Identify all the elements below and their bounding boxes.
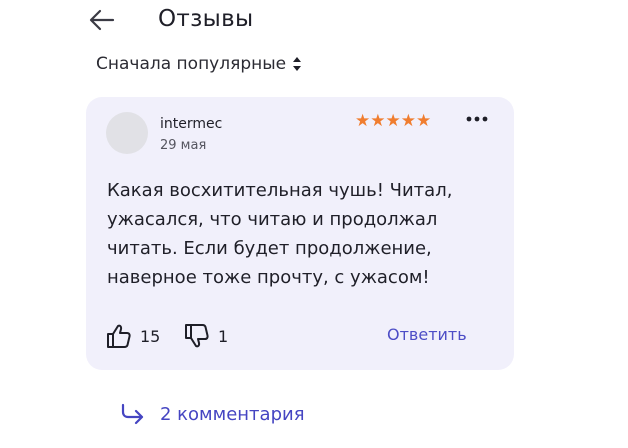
- thumbs-down-icon: [185, 324, 209, 348]
- dislike-button[interactable]: 1: [184, 321, 228, 351]
- header: Отзывы: [0, 0, 628, 44]
- reviews-screen: Отзывы Сначала популярные intermec 29 ма…: [0, 0, 628, 448]
- like-count: 15: [140, 326, 161, 346]
- like-button[interactable]: 15: [106, 321, 160, 351]
- sort-dropdown[interactable]: Сначала популярные: [96, 51, 302, 77]
- reply-button[interactable]: Ответить: [387, 325, 467, 344]
- comments-count-label: 2 комментария: [160, 403, 305, 425]
- back-button[interactable]: [84, 4, 120, 36]
- thumbs-up-icon: [107, 324, 131, 348]
- review-author: intermec: [160, 116, 223, 132]
- arrow-left-icon: [89, 9, 115, 31]
- review-date: 29 мая: [160, 138, 207, 153]
- dislike-count: 1: [218, 326, 229, 346]
- star-rating: ★★★★★: [355, 111, 432, 131]
- page-title: Отзывы: [158, 6, 254, 32]
- review-actions: 15 1 Ответить: [106, 321, 496, 351]
- sort-label: Сначала популярные: [96, 54, 287, 74]
- sort-updown-icon: [293, 57, 302, 71]
- reply-arrow-icon: [121, 403, 144, 425]
- review-text: Какая восхитительная чушь! Читал, ужасал…: [107, 180, 453, 288]
- more-horizontal-icon: [466, 116, 488, 122]
- comments-link[interactable]: 2 комментария: [120, 400, 305, 428]
- more-options-button[interactable]: [465, 111, 489, 127]
- review-card: intermec 29 мая ★★★★★ Какая восхитительн…: [86, 97, 514, 370]
- avatar: [106, 112, 148, 154]
